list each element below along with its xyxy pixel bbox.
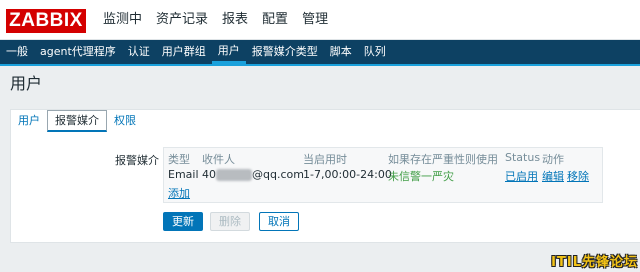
subnav-authentication[interactable]: 认证: [122, 40, 156, 64]
media-label: 报警媒介: [115, 154, 159, 167]
sendto-suffix: @qq.com: [252, 168, 304, 181]
form-tabs: 用户 报警媒介 权限: [11, 110, 143, 132]
redacted-mask: [216, 169, 252, 181]
menu-inventory[interactable]: 资产记录: [149, 0, 215, 40]
tab-permissions[interactable]: 权限: [107, 110, 143, 132]
media-type-cell: Email: [168, 168, 199, 181]
menu-configuration[interactable]: 配置: [255, 0, 295, 40]
subnav-media-types[interactable]: 报警媒介类型: [246, 40, 324, 64]
tab-user[interactable]: 用户: [11, 110, 47, 132]
tab-media[interactable]: 报警媒介: [47, 110, 107, 132]
media-status-toggle[interactable]: 已启用: [505, 168, 538, 184]
col-severity-header: 如果存在严重性则使用: [388, 153, 498, 166]
subnav-proxies[interactable]: agent代理程序: [34, 40, 122, 64]
subnav-general[interactable]: 一般: [0, 40, 34, 64]
subnav-user-groups[interactable]: 用户群组: [156, 40, 212, 64]
media-table: 类型 收件人 当启用时 如果存在严重性则使用 Status 动作 Email 4…: [163, 147, 603, 203]
media-sendto-cell: 40 @qq.com: [202, 168, 304, 181]
subnav-users[interactable]: 用户: [211, 40, 246, 64]
subnav-scripts[interactable]: 脚本: [324, 40, 358, 64]
page-title: 用户: [10, 74, 43, 93]
menu-administration[interactable]: 管理: [295, 0, 335, 40]
sub-navigation: 一般 agent代理程序 认证 用户群组 用户 报警媒介类型 脚本 队列: [0, 40, 640, 66]
col-sendto-header: 收件人: [202, 153, 235, 166]
cancel-button[interactable]: 取消: [259, 212, 299, 231]
media-edit-link[interactable]: 编辑: [542, 168, 564, 184]
media-when-active-cell: 1-7,00:00-24:00: [303, 168, 392, 181]
media-remove-link[interactable]: 移除: [567, 168, 589, 184]
menu-reports[interactable]: 报表: [215, 0, 255, 40]
user-form-panel: 用户 报警媒介 权限 报警媒介 类型 收件人 当启用时 如果存在严重性则使用 S…: [10, 109, 640, 243]
delete-button[interactable]: 删除: [210, 212, 250, 231]
media-severity-cell: 未信警一严灾: [388, 170, 454, 183]
main-menu: 监测中 资产记录 报表 配置 管理: [96, 0, 335, 40]
top-header: ZABBIX 监测中 资产记录 报表 配置 管理: [0, 0, 640, 40]
site-watermark: ITIL先锋论坛: [551, 255, 638, 270]
col-action-header: 动作: [542, 153, 564, 166]
col-type-header: 类型: [168, 153, 190, 166]
menu-monitoring[interactable]: 监测中: [96, 0, 149, 40]
zabbix-logo[interactable]: ZABBIX: [6, 9, 86, 33]
add-media-link[interactable]: 添加: [168, 185, 190, 201]
col-when-active-header: 当启用时: [303, 153, 347, 166]
update-button[interactable]: 更新: [163, 212, 203, 231]
col-status-header: Status: [505, 151, 541, 164]
subnav-queue[interactable]: 队列: [358, 40, 392, 64]
sendto-prefix: 40: [202, 168, 216, 181]
